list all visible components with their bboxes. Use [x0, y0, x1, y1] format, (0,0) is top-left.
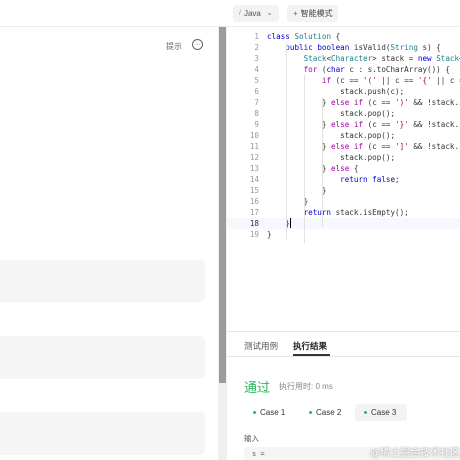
code-line[interactable]: 18 }	[227, 218, 460, 229]
smart-mode-button[interactable]: + 智能模式	[287, 5, 338, 22]
code-line[interactable]: 2 public boolean isValid(String s) {	[227, 42, 460, 53]
tab-testcases[interactable]: 测试用例	[244, 340, 278, 352]
code-text: } else if (c == '}' && !stack.isEmpty()	[267, 120, 460, 129]
code-text: public boolean isValid(String s) {	[285, 43, 441, 52]
pass-dot-icon	[253, 411, 256, 414]
tab-results[interactable]: 执行结果	[293, 340, 327, 352]
code-text: if (c == '(' || c == '{' || c == '[') {	[321, 76, 460, 85]
case-tab-2[interactable]: Case 2	[300, 404, 350, 421]
plus-icon: +	[293, 9, 298, 18]
line-number: 13	[249, 164, 259, 173]
line-number: 10	[249, 131, 259, 140]
code-text: for (char c : s.toCharArray()) {	[303, 65, 450, 74]
code-text: } else if (c == ']' && !stack.isEmpty()	[267, 142, 460, 151]
language-select[interactable]: / Java ⌄	[233, 5, 279, 22]
line-number: 14	[249, 175, 259, 184]
code-line[interactable]: 15 }	[227, 185, 460, 196]
code-text: stack.push(c);	[267, 87, 405, 96]
input-value: s =	[252, 450, 265, 458]
code-line[interactable]: 10 stack.pop();	[227, 130, 460, 141]
line-number: 7	[254, 98, 259, 107]
scrollbar-thumb[interactable]	[219, 27, 226, 383]
case-label: Case 1	[260, 408, 286, 417]
indent-guide	[286, 42, 287, 240]
code-text: Stack<Character> stack = new Stack<>();	[303, 54, 460, 63]
case-label: Case 2	[316, 408, 342, 417]
result-panel: 测试用例 执行结果 通过 执行用时: 0 ms Case 1 Case 2 Ca…	[227, 331, 460, 460]
top-toolbar: / Java ⌄ + 智能模式	[0, 0, 460, 27]
code-line[interactable]: 8 stack.pop();	[227, 108, 460, 119]
code-text: } else if (c == ')' && !stack.isEmpty()	[267, 98, 460, 107]
line-number: 17	[249, 208, 259, 217]
code-text: }	[267, 218, 291, 228]
line-number: 15	[249, 186, 259, 195]
pass-dot-icon	[309, 411, 312, 414]
code-line[interactable]: 5 if (c == '(' || c == '{' || c == '[') …	[227, 75, 460, 86]
content-block	[0, 412, 205, 455]
tabs-divider	[227, 356, 460, 357]
code-line[interactable]: 7 } else if (c == ')' && !stack.isEmpty(…	[227, 97, 460, 108]
line-number: 1	[254, 32, 259, 41]
code-line[interactable]: 16 }	[227, 196, 460, 207]
code-text: }	[267, 230, 272, 239]
line-number: 19	[249, 230, 259, 239]
code-line[interactable]: 4 for (char c : s.toCharArray()) {	[227, 64, 460, 75]
code-text: }	[267, 197, 309, 206]
code-line[interactable]: 1 class Solution {	[227, 31, 460, 42]
code-line[interactable]: 12 stack.pop();	[227, 152, 460, 163]
runtime-text: 执行用时: 0 ms	[279, 382, 333, 391]
chevron-down-icon: ⌄	[266, 8, 273, 17]
code-line[interactable]: 14 return false;	[227, 174, 460, 185]
indent-guide	[304, 75, 305, 243]
line-number: 12	[249, 153, 259, 162]
line-number: 5	[254, 76, 259, 85]
code-text: return stack.isEmpty();	[303, 208, 409, 217]
smart-mode-label: 智能模式	[300, 9, 333, 18]
line-number: 11	[249, 142, 259, 151]
content-block	[0, 260, 205, 302]
code-text: } else {	[267, 164, 359, 173]
line-number: 4	[254, 65, 259, 74]
case-tab-1[interactable]: Case 1	[244, 404, 294, 421]
line-number: 9	[254, 120, 259, 129]
code-line[interactable]: 17 return stack.isEmpty();	[227, 207, 460, 218]
text-cursor	[289, 218, 291, 228]
input-label: 输入	[244, 434, 259, 443]
code-line[interactable]: 13 } else {	[227, 163, 460, 174]
line-number: 18	[249, 219, 259, 228]
line-number: 3	[254, 54, 259, 63]
code-line[interactable]: 6 stack.push(c);	[227, 86, 460, 97]
code-line[interactable]: 9 } else if (c == '}' && !stack.isEmpty(…	[227, 119, 460, 130]
case-label: Case 3	[371, 408, 397, 417]
code-text: }	[267, 186, 327, 195]
pass-dot-icon	[364, 411, 367, 414]
case-tab-3[interactable]: Case 3	[355, 404, 407, 421]
code-editor[interactable]: 1 class Solution {2 public boolean isVali…	[227, 27, 460, 331]
watermark: @稀土掘金技术社区	[370, 448, 460, 459]
code-line[interactable]: 3 Stack<Character> stack = new Stack<>()…	[227, 53, 460, 64]
code-text: class Solution {	[267, 32, 341, 41]
pane-splitter[interactable]	[218, 27, 227, 460]
line-number: 2	[254, 43, 259, 52]
problem-pane: 提示 ···	[0, 27, 218, 460]
indent-guide	[322, 97, 323, 227]
line-number: 16	[249, 197, 259, 206]
code-line[interactable]: 11 } else if (c == ']' && !stack.isEmpty…	[227, 141, 460, 152]
result-status: 通过	[244, 380, 271, 395]
line-number: 6	[254, 87, 259, 96]
line-number: 8	[254, 109, 259, 118]
more-icon[interactable]: ···	[192, 39, 203, 50]
hint-button[interactable]: 提示	[166, 41, 182, 52]
content-block	[0, 336, 205, 379]
code-line[interactable]: 19}	[227, 229, 460, 240]
language-icon: /	[239, 10, 241, 17]
language-label: Java	[243, 9, 261, 18]
